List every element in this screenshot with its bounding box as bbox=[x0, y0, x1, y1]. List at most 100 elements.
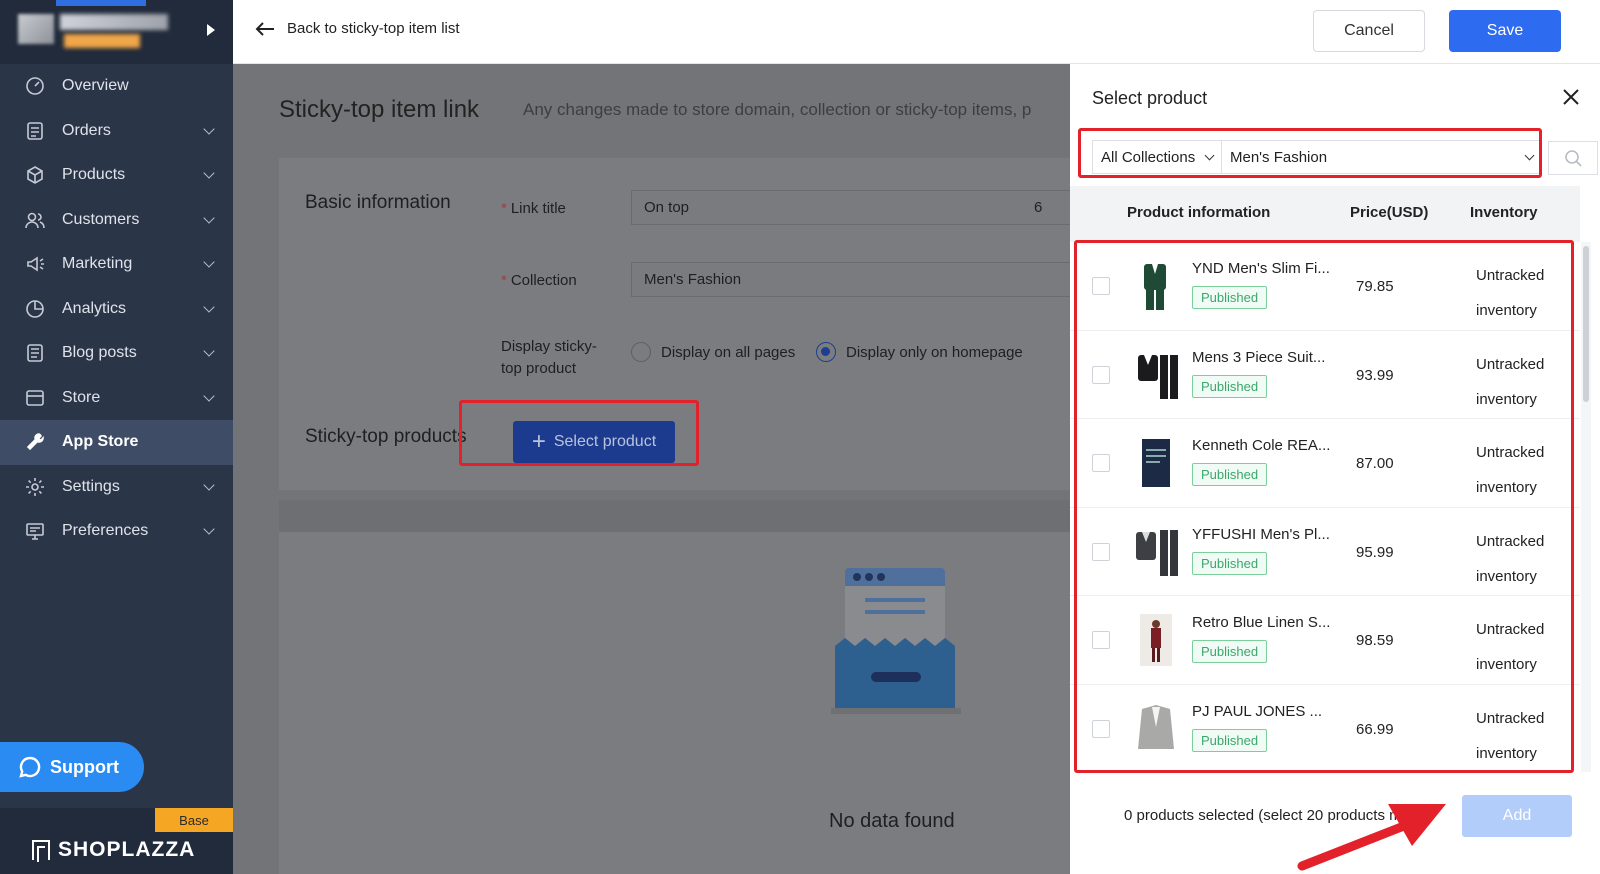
store-accent-bar bbox=[56, 0, 146, 6]
arrow-left-icon bbox=[255, 21, 274, 36]
store-subtitle-blurred bbox=[64, 34, 140, 48]
chevron-down-icon[interactable] bbox=[203, 523, 215, 535]
sidebar-item-blog-posts[interactable]: Blog posts bbox=[0, 331, 233, 376]
close-icon[interactable] bbox=[1560, 86, 1582, 108]
sidebar-item-marketing[interactable]: Marketing bbox=[0, 242, 233, 287]
chevron-down-icon[interactable] bbox=[203, 479, 215, 491]
chat-bubble-icon bbox=[19, 756, 41, 778]
plan-badge: Base bbox=[155, 808, 233, 832]
support-label: Support bbox=[50, 756, 119, 777]
chevron-down-icon[interactable] bbox=[203, 390, 215, 402]
document-icon bbox=[24, 342, 46, 364]
wrench-icon bbox=[24, 431, 46, 453]
sidebar-item-label: Products bbox=[62, 166, 126, 184]
product-table-header: Product information Price(USD) Inventory bbox=[1070, 186, 1580, 242]
required-asterisk: * bbox=[501, 272, 507, 289]
monitor-icon bbox=[24, 520, 46, 542]
search-icon bbox=[1565, 150, 1582, 167]
required-asterisk: * bbox=[501, 200, 507, 217]
pie-chart-icon bbox=[24, 298, 46, 320]
radio-all-pages-label: Display on all pages bbox=[661, 343, 796, 361]
chevron-down-icon[interactable] bbox=[203, 256, 215, 268]
add-button[interactable]: Add bbox=[1462, 795, 1572, 837]
shoplazza-logo-icon bbox=[32, 840, 50, 862]
sidebar-item-overview[interactable]: Overview bbox=[0, 64, 233, 109]
sidebar: Overview Orders Products Customers Marketing… bbox=[0, 0, 233, 874]
sidebar-item-app-store[interactable]: App Store bbox=[0, 420, 233, 465]
link-title-label: * Link title bbox=[501, 200, 566, 217]
radio-homepage-label: Display only on homepage bbox=[846, 343, 1023, 361]
radio-circle bbox=[631, 342, 651, 362]
highlight-box-product-list bbox=[1074, 240, 1574, 773]
chevron-down-icon[interactable] bbox=[203, 123, 215, 135]
box-icon bbox=[24, 164, 46, 186]
sidebar-item-preferences[interactable]: Preferences bbox=[0, 509, 233, 554]
col-inventory: Inventory bbox=[1470, 204, 1538, 221]
sidebar-item-label: Blog posts bbox=[62, 344, 137, 362]
store-switcher[interactable] bbox=[0, 0, 233, 64]
sidebar-item-store[interactable]: Store bbox=[0, 376, 233, 421]
page-description: Any changes made to store domain, collec… bbox=[523, 100, 1032, 119]
search-button[interactable] bbox=[1548, 141, 1598, 175]
sidebar-item-settings[interactable]: Settings bbox=[0, 465, 233, 510]
col-price: Price(USD) bbox=[1350, 204, 1429, 221]
chevron-down-icon[interactable] bbox=[203, 301, 215, 313]
save-button[interactable]: Save bbox=[1449, 10, 1561, 52]
sticky-top-products-heading: Sticky-top products bbox=[305, 426, 467, 447]
collection-select[interactable]: Men's Fashion bbox=[631, 262, 1070, 297]
brand-logo: SHOPLAZZA bbox=[32, 838, 195, 862]
sidebar-item-customers[interactable]: Customers bbox=[0, 198, 233, 243]
chevron-down-icon[interactable] bbox=[203, 345, 215, 357]
sidebar-item-products[interactable]: Products bbox=[0, 153, 233, 198]
megaphone-icon bbox=[24, 253, 46, 275]
sidebar-item-analytics[interactable]: Analytics bbox=[0, 287, 233, 332]
gauge-icon bbox=[24, 75, 46, 97]
radio-display-all-pages[interactable]: Display on all pages bbox=[631, 342, 795, 362]
sidebar-item-label: Store bbox=[62, 388, 101, 406]
main-content: Sticky-top item link Any changes made to… bbox=[233, 64, 1070, 874]
brand-name: SHOPLAZZA bbox=[58, 838, 196, 861]
link-title-input[interactable]: On top 6 bbox=[631, 190, 1070, 225]
page-title: Sticky-top item link bbox=[279, 96, 480, 123]
sidebar-item-label: Overview bbox=[62, 77, 129, 95]
cancel-button[interactable]: Cancel bbox=[1313, 10, 1425, 52]
drawer-title: Select product bbox=[1092, 88, 1208, 108]
collection-label: * Collection bbox=[501, 272, 577, 289]
radio-display-homepage[interactable]: Display only on homepage bbox=[816, 342, 1023, 362]
sidebar-item-orders[interactable]: Orders bbox=[0, 109, 233, 154]
link-title-value: On top bbox=[644, 199, 690, 216]
collection-value: Men's Fashion bbox=[644, 271, 742, 288]
red-annotation-arrow-icon bbox=[1297, 804, 1446, 871]
link-title-counter: 6 bbox=[1034, 199, 1043, 216]
chevron-down-icon[interactable] bbox=[203, 212, 215, 224]
empty-state-text: No data found bbox=[829, 810, 955, 832]
collection-label-text: Collection bbox=[510, 272, 577, 289]
sidebar-item-label: Orders bbox=[62, 121, 111, 139]
radio-circle-checked bbox=[816, 342, 836, 362]
display-sticky-label: Display sticky- top product bbox=[501, 336, 597, 380]
sidebar-item-label: App Store bbox=[62, 433, 139, 451]
highlight-box-select-product bbox=[459, 400, 699, 466]
sidebar-item-label: Analytics bbox=[62, 299, 127, 317]
store-avatar bbox=[18, 14, 54, 44]
store-icon bbox=[24, 387, 46, 409]
sidebar-item-label: Customers bbox=[62, 210, 140, 228]
scroll-thumb[interactable] bbox=[1583, 246, 1589, 402]
top-bar: Back to sticky-top item list Cancel Save bbox=[233, 0, 1600, 64]
caret-right-icon[interactable] bbox=[207, 24, 215, 36]
display-label-line1: Display sticky- bbox=[501, 338, 597, 355]
display-label-line2: top product bbox=[501, 360, 577, 377]
sidebar-item-label: Marketing bbox=[62, 255, 133, 273]
support-button[interactable]: Support bbox=[0, 742, 144, 792]
empty-box-icon bbox=[831, 568, 961, 714]
back-link[interactable]: Back to sticky-top item list bbox=[255, 20, 460, 37]
sidebar-nav: Overview Orders Products Customers Marketing… bbox=[0, 64, 233, 554]
gear-icon bbox=[24, 476, 46, 498]
chevron-down-icon[interactable] bbox=[203, 167, 215, 179]
highlight-box-filter bbox=[1078, 128, 1542, 178]
product-list-scrollbar[interactable] bbox=[1581, 242, 1591, 772]
users-icon bbox=[24, 209, 46, 231]
basic-info-heading: Basic information bbox=[305, 192, 451, 213]
sidebar-item-label: Preferences bbox=[62, 522, 149, 540]
brand-footer: Base SHOPLAZZA bbox=[0, 808, 233, 874]
